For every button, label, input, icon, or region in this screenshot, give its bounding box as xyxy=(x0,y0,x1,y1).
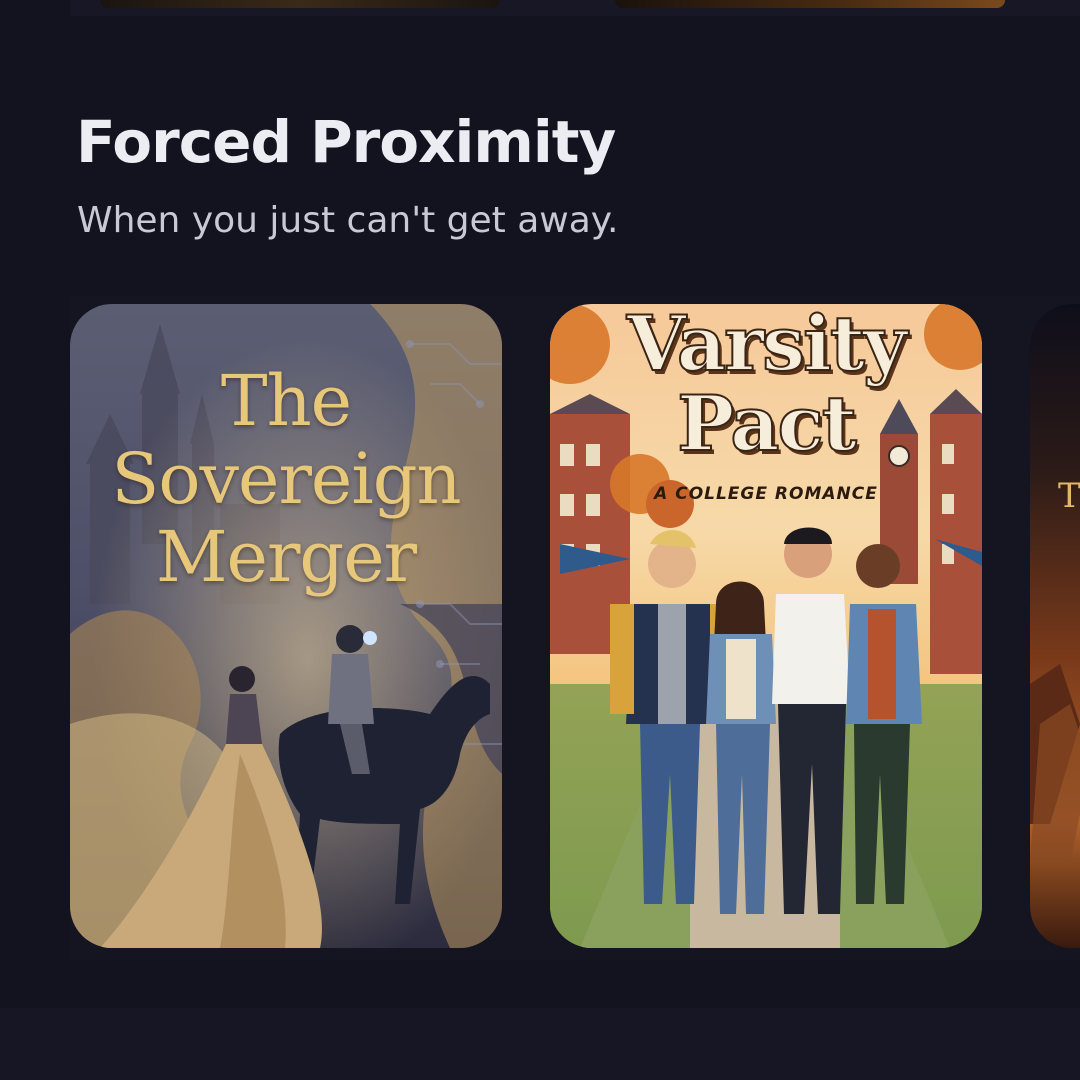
previous-book-cover[interactable] xyxy=(615,0,1005,8)
bottom-strip xyxy=(0,1008,1080,1080)
book-title: The Sovereign Merger xyxy=(111,360,461,598)
page: Forced Proximity When you just can't get… xyxy=(0,0,1080,1080)
book-card-varsity-pact[interactable]: Varsity Pact A COLLEGE ROMANCE xyxy=(550,304,982,948)
book-carousel[interactable]: The Sovereign Merger Varsity Pact A COLL… xyxy=(70,296,1080,960)
book-title-fragment: Th xyxy=(1058,476,1080,516)
previous-book-cover[interactable] xyxy=(100,0,500,8)
book-title: Varsity Pact xyxy=(626,304,908,468)
section-subtitle: When you just can't get away. xyxy=(77,200,619,241)
book-tagline: A COLLEGE ROMANCE xyxy=(654,484,878,504)
book-card-sovereign-merger[interactable]: The Sovereign Merger xyxy=(70,304,502,948)
book-cover-art xyxy=(1030,304,1080,948)
section-title: Forced Proximity xyxy=(76,108,616,176)
book-card-partial[interactable]: Th xyxy=(1030,304,1080,948)
